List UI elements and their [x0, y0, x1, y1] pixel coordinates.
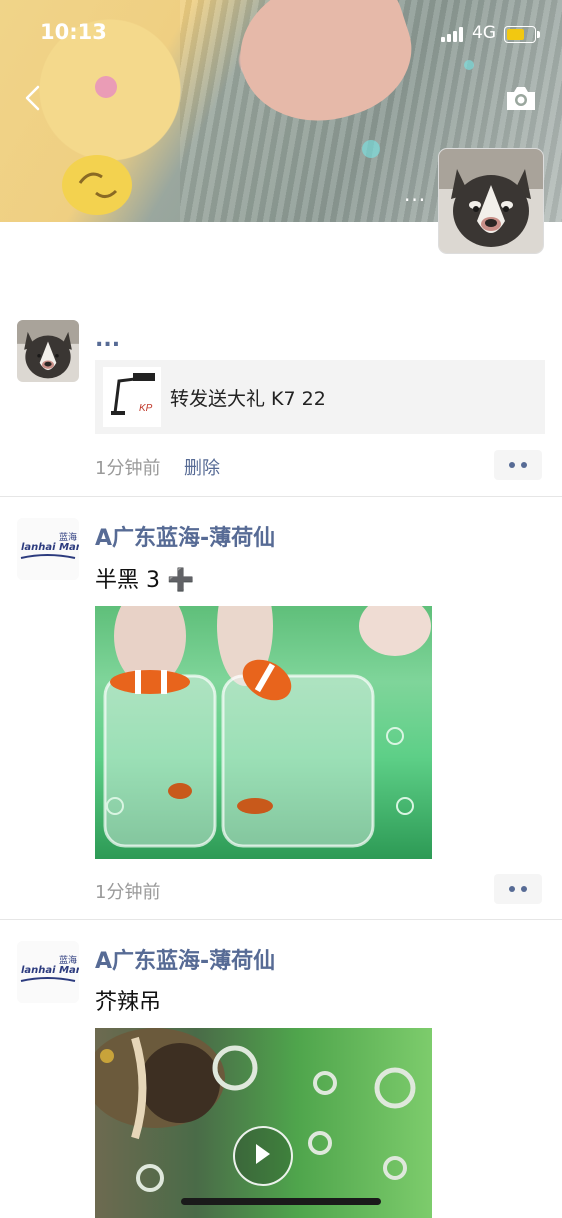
share-thumbnail: KP	[103, 367, 161, 427]
lamp-product-icon: KP	[111, 373, 155, 415]
post-photo[interactable]	[95, 606, 432, 859]
share-title: 转发送大礼 K7 22	[170, 388, 326, 410]
post-divider	[0, 919, 562, 920]
fish-video-thumbnail	[95, 1028, 416, 1192]
post-time: 1分钟前	[95, 458, 161, 479]
camera-icon	[507, 87, 535, 110]
battery-icon	[504, 26, 540, 43]
status-time: 10:13	[40, 20, 107, 44]
play-icon	[256, 1144, 270, 1164]
signal-icon	[441, 26, 467, 42]
post-author[interactable]: ...	[95, 327, 120, 352]
comment-like-button[interactable]	[494, 450, 542, 480]
clownfish	[110, 670, 190, 694]
wave-logo-icon	[20, 554, 76, 559]
post-text: 半黑 3 ➕	[95, 568, 195, 593]
share-thumb-text: KP	[139, 403, 153, 414]
cover-more-dots: ···	[404, 188, 427, 212]
play-button[interactable]	[233, 1126, 293, 1186]
profile-avatar[interactable]	[439, 149, 543, 253]
emoji-face-icon	[78, 172, 118, 198]
post-avatar[interactable]	[17, 320, 79, 382]
status-bar: 10:13 4G	[0, 0, 562, 70]
more-dots-icon	[509, 462, 515, 468]
network-type: 4G	[472, 23, 496, 43]
cover-emoji-shape	[62, 155, 132, 215]
wave-logo-icon	[20, 977, 76, 982]
cover-sparkle	[362, 140, 380, 158]
delete-link[interactable]: 删除	[184, 454, 220, 480]
post-avatar[interactable]: 蓝海 lanhai Marine	[17, 941, 79, 1003]
dog-avatar-image	[17, 320, 79, 382]
camera-button[interactable]	[504, 84, 538, 112]
back-icon	[25, 85, 40, 111]
post-avatar[interactable]: 蓝海 lanhai Marine	[17, 518, 79, 580]
more-dots-icon	[509, 886, 515, 892]
post-divider	[0, 496, 562, 497]
post-time: 1分钟前	[95, 882, 161, 903]
share-card[interactable]: KP 转发送大礼 K7 22	[95, 360, 545, 434]
dog-avatar-image	[439, 149, 543, 253]
post-text: 芥辣吊	[95, 990, 162, 1015]
post-author[interactable]: A广东蓝海-薄荷仙	[95, 520, 275, 552]
clownfish-photo	[103, 606, 431, 848]
post-author[interactable]: A广东蓝海-薄荷仙	[95, 943, 275, 975]
back-button[interactable]	[20, 84, 48, 112]
more-dots-icon	[521, 886, 527, 892]
lanhai-logo: 蓝海 lanhai Marine	[17, 518, 79, 580]
more-dots-icon	[521, 462, 527, 468]
cover-sparkle	[95, 76, 117, 98]
home-indicator[interactable]	[181, 1198, 381, 1205]
comment-like-button[interactable]	[494, 874, 542, 904]
lanhai-logo: 蓝海 lanhai Marine	[17, 941, 79, 1003]
post-video[interactable]	[95, 1028, 432, 1218]
